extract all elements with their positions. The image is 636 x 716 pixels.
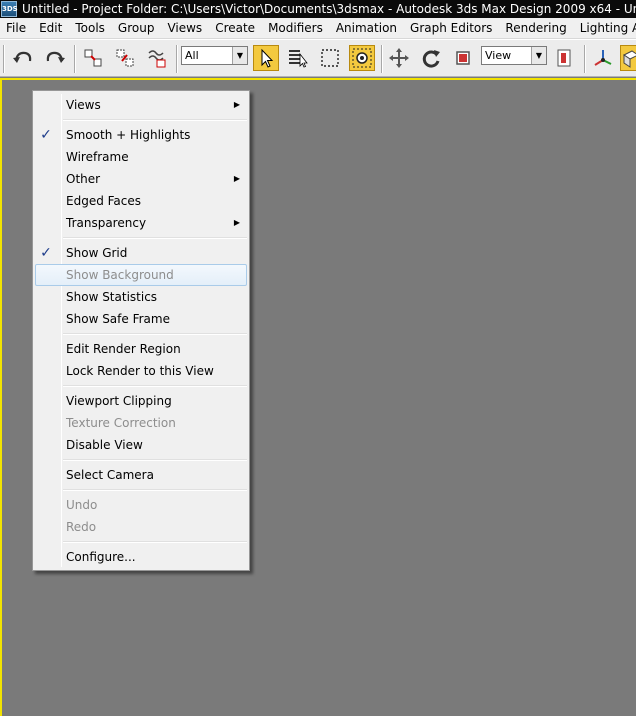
reference-coordinate-dropdown[interactable]: View ▼	[481, 46, 547, 65]
menu-item-disable-view[interactable]: Disable View	[33, 434, 249, 456]
menu-item-label: Transparency	[66, 216, 147, 230]
menu-tools[interactable]: Tools	[69, 18, 112, 38]
toolbar-separator	[584, 45, 586, 73]
menu-item-show-background[interactable]: Show Background	[35, 264, 247, 286]
menu-item-show-grid[interactable]: ✓ Show Grid	[33, 242, 249, 264]
menu-edit[interactable]: Edit	[33, 18, 69, 38]
menu-separator	[33, 538, 249, 546]
menu-item-smooth-highlights[interactable]: ✓ Smooth + Highlights	[33, 124, 249, 146]
menu-item-viewport-clipping[interactable]: Viewport Clipping	[33, 390, 249, 412]
toolbar-separator	[176, 45, 178, 73]
menu-item-label: Edged Faces	[66, 194, 142, 208]
menu-separator	[33, 456, 249, 464]
menu-item-label: Views	[66, 98, 101, 112]
menu-item-label: Configure...	[66, 550, 136, 564]
rectangular-selection-region-icon[interactable]	[317, 45, 343, 71]
unlink-selection-icon[interactable]	[112, 45, 138, 71]
chevron-down-icon[interactable]: ▼	[232, 47, 247, 64]
menu-item-label: Show Safe Frame	[66, 312, 170, 326]
main-toolbar: All ▼ View ▼	[0, 39, 636, 77]
submenu-arrow-icon: ▶	[233, 100, 240, 109]
menu-item-label: Wireframe	[66, 150, 129, 164]
menu-modifiers[interactable]: Modifiers	[262, 18, 330, 38]
menu-item-edged-faces[interactable]: Edged Faces	[33, 190, 249, 212]
menu-item-label: Show Grid	[66, 246, 128, 260]
menu-item-label: Texture Correction	[66, 416, 176, 430]
menu-item-label: Show Background	[66, 268, 174, 282]
select-object-icon[interactable]	[253, 45, 279, 71]
menu-item-other[interactable]: Other ▶	[33, 168, 249, 190]
menu-item-label: Select Camera	[66, 468, 154, 482]
window-title: Untitled - Project Folder: C:\Users\Vict…	[22, 2, 636, 16]
toolbar-separator	[381, 45, 383, 73]
toolbar-separator	[74, 45, 76, 73]
menu-separator	[33, 382, 249, 390]
viewport-context-menu: Views ▶ ✓ Smooth + Highlights Wireframe …	[32, 90, 250, 571]
menu-graph-editors[interactable]: Graph Editors	[404, 18, 499, 38]
selection-filter-value: All	[185, 49, 199, 62]
menu-item-undo[interactable]: Undo	[33, 494, 249, 516]
menu-item-label: Redo	[66, 520, 97, 534]
selection-filter-dropdown[interactable]: All ▼	[181, 46, 248, 65]
menu-separator	[33, 116, 249, 124]
menu-item-lock-render-to-view[interactable]: Lock Render to this View	[33, 360, 249, 382]
menu-item-select-camera[interactable]: Select Camera	[33, 464, 249, 486]
menu-lighting-analysis[interactable]: Lighting Analysis	[574, 18, 636, 38]
app-logo-icon[interactable]: 3DS	[1, 1, 18, 17]
menu-item-label: Other	[66, 172, 101, 186]
menu-animation[interactable]: Animation	[330, 18, 404, 38]
select-and-move-icon[interactable]	[386, 45, 412, 71]
menu-item-label: Lock Render to this View	[66, 364, 214, 378]
menu-item-edit-render-region[interactable]: Edit Render Region	[33, 338, 249, 360]
menu-separator	[33, 330, 249, 338]
select-and-link-icon[interactable]	[80, 45, 106, 71]
app-icon-label: 3DS	[2, 4, 18, 13]
menu-item-views[interactable]: Views ▶	[33, 94, 249, 116]
menu-rendering[interactable]: Rendering	[499, 18, 573, 38]
menu-group[interactable]: Group	[112, 18, 162, 38]
select-and-manipulate-icon[interactable]	[590, 45, 616, 71]
select-and-scale-icon[interactable]	[450, 45, 476, 71]
menu-item-show-safe-frame[interactable]: Show Safe Frame	[33, 308, 249, 330]
window-crossing-icon[interactable]	[349, 45, 375, 71]
submenu-arrow-icon: ▶	[233, 218, 240, 227]
checkmark-icon: ✓	[40, 127, 52, 143]
snap-toggle-icon[interactable]	[620, 45, 636, 71]
menu-item-transparency[interactable]: Transparency ▶	[33, 212, 249, 234]
menu-item-configure[interactable]: Configure...	[33, 546, 249, 568]
menu-create[interactable]: Create	[209, 18, 262, 38]
select-and-rotate-icon[interactable]	[418, 45, 444, 71]
checkmark-icon: ✓	[40, 245, 52, 261]
menu-bar: File Edit Tools Group Views Create Modif…	[0, 18, 636, 39]
submenu-arrow-icon: ▶	[233, 174, 240, 183]
reference-coordinate-value: View	[485, 49, 512, 62]
redo-icon[interactable]	[42, 45, 68, 71]
menu-item-wireframe[interactable]: Wireframe	[33, 146, 249, 168]
chevron-down-icon[interactable]: ▼	[531, 47, 546, 64]
menu-item-texture-correction[interactable]: Texture Correction	[33, 412, 249, 434]
menu-item-label: Undo	[66, 498, 98, 512]
menu-item-label: Edit Render Region	[66, 342, 181, 356]
use-pivot-point-center-icon[interactable]	[552, 45, 578, 71]
menu-item-redo[interactable]: Redo	[33, 516, 249, 538]
menu-item-label: Disable View	[66, 438, 143, 452]
toolbar-grip[interactable]	[3, 45, 5, 73]
menu-item-show-statistics[interactable]: Show Statistics	[33, 286, 249, 308]
menu-item-label: Show Statistics	[66, 290, 158, 304]
menu-file[interactable]: File	[0, 18, 33, 38]
menu-views[interactable]: Views	[161, 18, 209, 38]
undo-icon[interactable]	[10, 45, 36, 71]
menu-item-label: Smooth + Highlights	[66, 128, 191, 142]
title-bar: 3DS Untitled - Project Folder: C:\Users\…	[0, 0, 636, 18]
menu-separator	[33, 234, 249, 242]
menu-separator	[33, 486, 249, 494]
select-by-name-icon[interactable]	[285, 45, 311, 71]
bind-to-space-warp-icon[interactable]	[144, 45, 170, 71]
menu-item-label: Viewport Clipping	[66, 394, 172, 408]
